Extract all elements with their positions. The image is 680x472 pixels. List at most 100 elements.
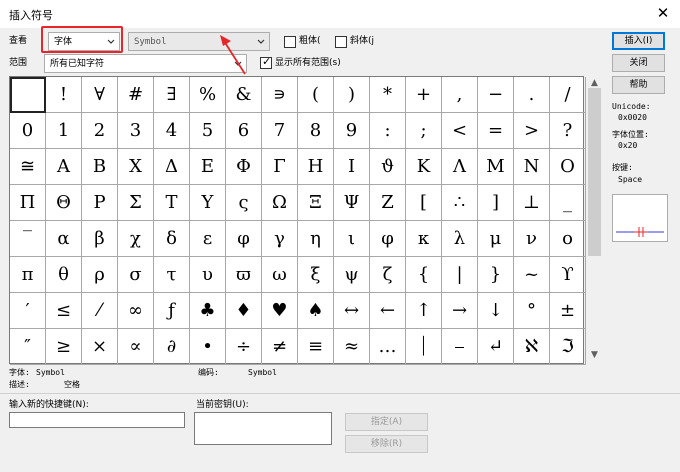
- symbol-cell[interactable]: φ: [226, 221, 262, 257]
- symbol-cell[interactable]: ⊥: [514, 185, 550, 221]
- symbol-cell[interactable]: ∝: [118, 329, 154, 365]
- symbol-cell[interactable]: Μ: [478, 149, 514, 185]
- symbol-cell[interactable]: ξ: [298, 257, 334, 293]
- symbol-cell[interactable]: %: [190, 77, 226, 113]
- symbol-cell[interactable]: }: [478, 257, 514, 293]
- symbol-cell[interactable]: ϒ: [550, 257, 586, 293]
- symbol-cell[interactable]: ,: [442, 77, 478, 113]
- symbol-cell[interactable]: τ: [154, 257, 190, 293]
- symbol-cell[interactable]: ⁄: [82, 293, 118, 329]
- symbol-cell[interactable]: ο: [550, 221, 586, 257]
- symbol-cell[interactable]: μ: [478, 221, 514, 257]
- symbol-cell[interactable]: Ε: [190, 149, 226, 185]
- symbol-cell[interactable]: Ω: [262, 185, 298, 221]
- symbol-cell[interactable]: 2: [82, 113, 118, 149]
- symbol-cell[interactable]: ≡: [298, 329, 334, 365]
- symbol-cell[interactable]: υ: [190, 257, 226, 293]
- symbol-cell[interactable]: =: [478, 113, 514, 149]
- symbol-cell[interactable]: <: [442, 113, 478, 149]
- symbol-cell[interactable]: η: [298, 221, 334, 257]
- symbol-cell[interactable]: ∀: [82, 77, 118, 113]
- symbol-cell[interactable]: Ι: [334, 149, 370, 185]
- scroll-down-icon[interactable]: ▼: [586, 349, 603, 361]
- symbol-cell[interactable]: ±: [550, 293, 586, 329]
- symbol-cell[interactable]: _: [550, 185, 586, 221]
- symbol-cell[interactable]: 3: [118, 113, 154, 149]
- symbol-cell[interactable]: 4: [154, 113, 190, 149]
- symbol-cell[interactable]: ⎯: [442, 329, 478, 365]
- symbol-cell[interactable]: ↓: [478, 293, 514, 329]
- symbol-cell[interactable]: ∴: [442, 185, 478, 221]
- remove-button[interactable]: 移除(R): [345, 435, 428, 453]
- symbol-cell[interactable]: ↔: [334, 293, 370, 329]
- symbol-cell[interactable]: >: [514, 113, 550, 149]
- symbol-cell[interactable]: Υ: [190, 185, 226, 221]
- symbol-cell[interactable]: ♠: [298, 293, 334, 329]
- symbol-cell[interactable]: /: [550, 77, 586, 113]
- symbol-cell[interactable]: ∂: [154, 329, 190, 365]
- symbol-cell[interactable]: →: [442, 293, 478, 329]
- symbol-cell[interactable]: Σ: [118, 185, 154, 221]
- symbol-cell[interactable]: ′: [10, 293, 46, 329]
- symbol-cell[interactable]: ♥: [262, 293, 298, 329]
- symbol-cell[interactable]: ≤: [46, 293, 82, 329]
- symbol-cell[interactable]: [10, 77, 46, 113]
- symbol-cell[interactable]: ≅: [10, 149, 46, 185]
- symbol-cell[interactable]: ∍: [262, 77, 298, 113]
- symbol-cell[interactable]: !: [46, 77, 82, 113]
- symbol-cell[interactable]: Ν: [514, 149, 550, 185]
- close-icon[interactable]: ✕: [652, 3, 674, 23]
- symbol-cell[interactable]: Γ: [262, 149, 298, 185]
- symbol-cell[interactable]: χ: [118, 221, 154, 257]
- symbol-cell[interactable]: ↑: [406, 293, 442, 329]
- symbol-cell[interactable]: •: [190, 329, 226, 365]
- symbol-cell[interactable]: κ: [406, 221, 442, 257]
- symbol-cell[interactable]: Ρ: [82, 185, 118, 221]
- symbol-cell[interactable]: σ: [118, 257, 154, 293]
- scrollbar-thumb[interactable]: [588, 88, 601, 256]
- symbol-cell[interactable]: ]: [478, 185, 514, 221]
- symbol-cell[interactable]: ?: [550, 113, 586, 149]
- insert-button[interactable]: 插入(I): [612, 32, 665, 50]
- symbol-cell[interactable]: ν: [514, 221, 550, 257]
- symbol-cell[interactable]: ℵ: [514, 329, 550, 365]
- symbol-cell[interactable]: ;: [406, 113, 442, 149]
- bold-checkbox[interactable]: [284, 36, 296, 48]
- symbol-cell[interactable]: γ: [262, 221, 298, 257]
- symbol-cell[interactable]: ϑ: [370, 149, 406, 185]
- current-key-list[interactable]: [194, 412, 332, 445]
- symbol-cell[interactable]: 8: [298, 113, 334, 149]
- assign-button[interactable]: 指定(A): [345, 413, 428, 431]
- symbol-cell[interactable]: :: [370, 113, 406, 149]
- symbol-cell[interactable]: ×: [82, 329, 118, 365]
- symbol-cell[interactable]: ϖ: [226, 257, 262, 293]
- symbol-cell[interactable]: ): [334, 77, 370, 113]
- symbol-cell[interactable]: {: [406, 257, 442, 293]
- symbol-cell[interactable]: λ: [442, 221, 478, 257]
- symbol-cell[interactable]: Π: [10, 185, 46, 221]
- symbol-cell[interactable]: ≠: [262, 329, 298, 365]
- symbol-cell[interactable]: δ: [154, 221, 190, 257]
- symbol-cell[interactable]: α: [46, 221, 82, 257]
- symbol-cell[interactable]: ÷: [226, 329, 262, 365]
- symbol-cell[interactable]: |: [442, 257, 478, 293]
- symbol-cell[interactable]: Λ: [442, 149, 478, 185]
- symbol-cell[interactable]: ♣: [190, 293, 226, 329]
- symbol-cell[interactable]: Β: [82, 149, 118, 185]
- symbol-cell[interactable]: ∃: [154, 77, 190, 113]
- close-button[interactable]: 关闭: [612, 54, 665, 72]
- symbol-cell[interactable]: ~: [514, 257, 550, 293]
- symbol-cell[interactable]: ƒ: [154, 293, 190, 329]
- symbol-cell[interactable]: φ: [370, 221, 406, 257]
- symbol-cell[interactable]: ≥: [46, 329, 82, 365]
- symbol-cell[interactable]: Χ: [118, 149, 154, 185]
- symbol-cell[interactable]: Η: [298, 149, 334, 185]
- symbol-cell[interactable]: −: [478, 77, 514, 113]
- symbol-cell[interactable]: Ξ: [298, 185, 334, 221]
- symbol-grid[interactable]: ! ∀ # ∃% & ∍() * +, −./ 0 1 2 3 4 5 6 7 8 9:; < = >? ≅ Α Β Χ Δ Ε Φ Γ Η…: [9, 76, 586, 365]
- symbol-cell[interactable]: ω: [262, 257, 298, 293]
- symbol-cell[interactable]: ψ: [334, 257, 370, 293]
- symbol-cell[interactable]: .: [514, 77, 550, 113]
- symbol-cell[interactable]: Ψ: [334, 185, 370, 221]
- symbol-cell[interactable]: ς: [226, 185, 262, 221]
